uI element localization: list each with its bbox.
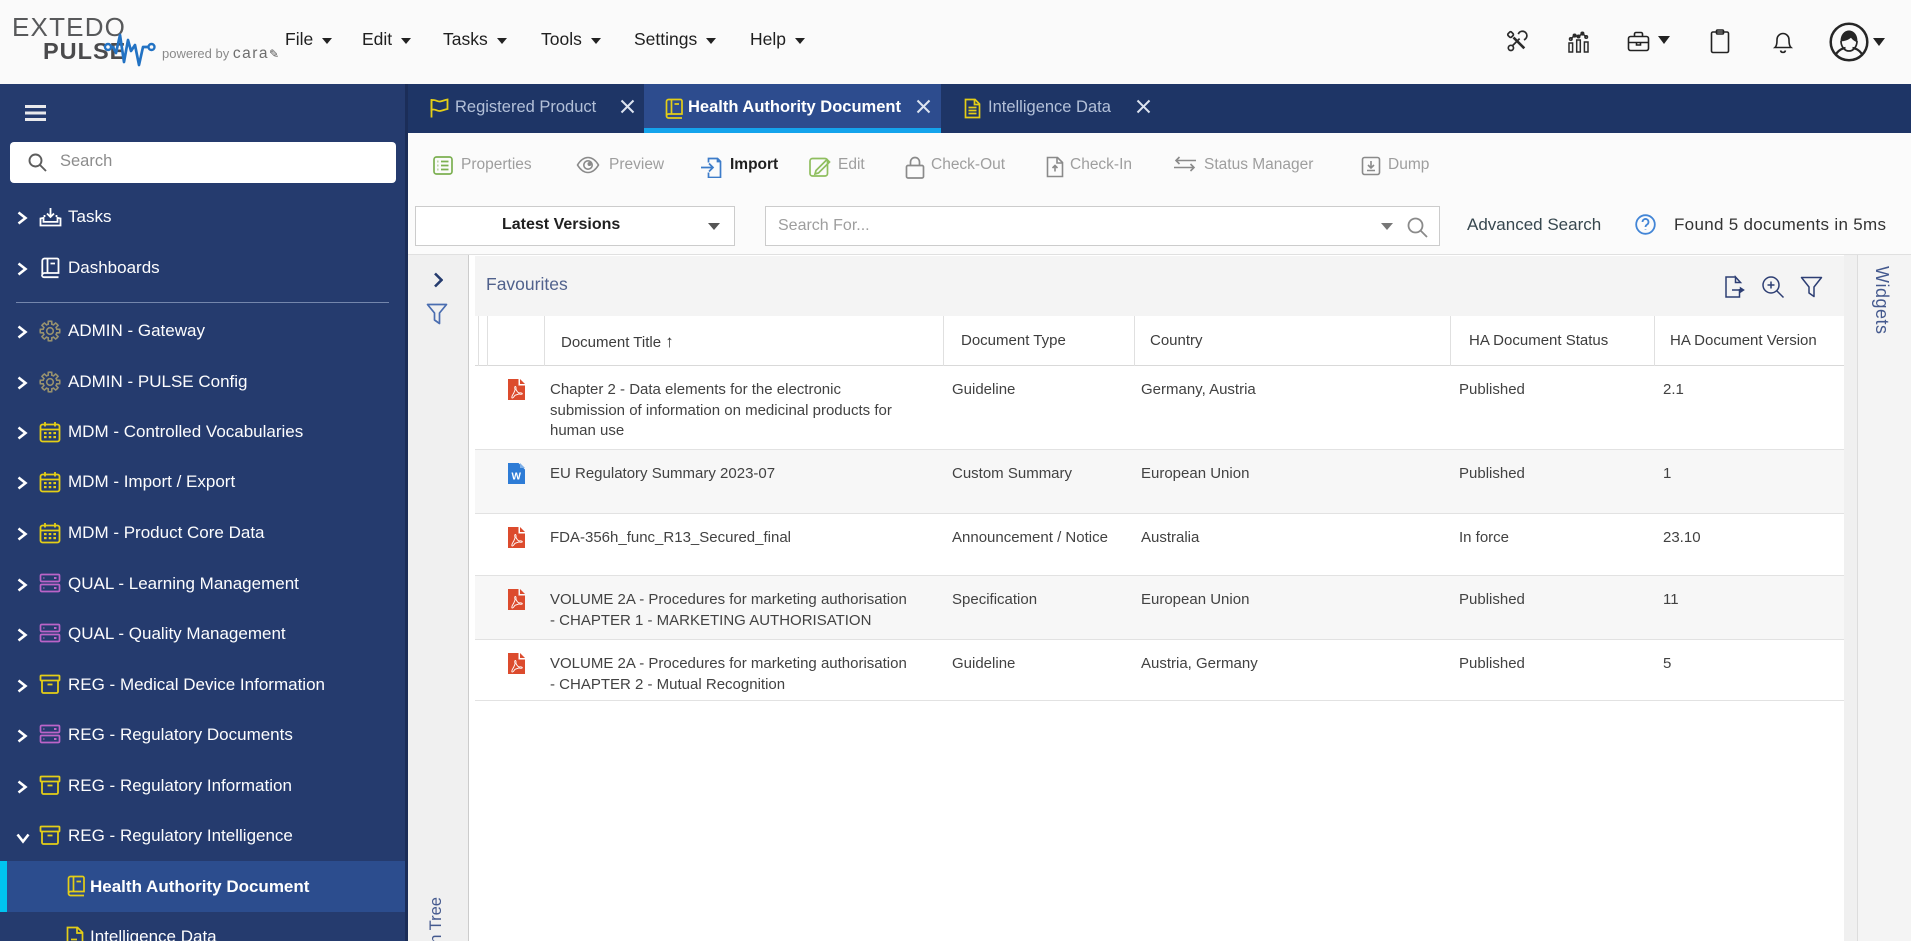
svg-text:W: W [511, 472, 521, 483]
